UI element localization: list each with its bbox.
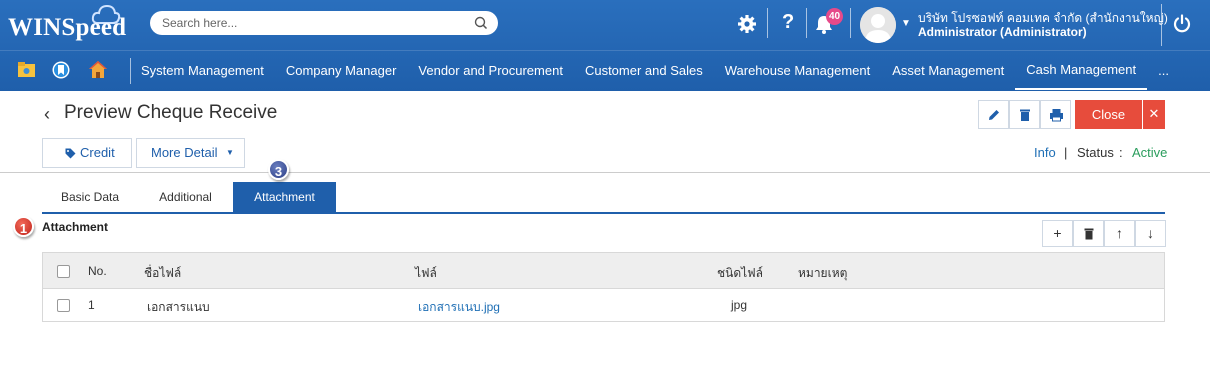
- app-logo[interactable]: WINSpeed: [8, 14, 126, 42]
- menu-item[interactable]: Company Manager: [275, 52, 408, 90]
- status-colon: :: [1119, 145, 1123, 160]
- row-number: 1: [88, 298, 95, 312]
- bookmark-icon[interactable]: [52, 61, 70, 79]
- move-down-button[interactable]: ↓: [1135, 220, 1166, 247]
- divider: [1161, 4, 1162, 46]
- delete-row-button[interactable]: [1073, 220, 1104, 247]
- menu-item[interactable]: ...: [1147, 52, 1180, 90]
- menu-item[interactable]: Customer and Sales: [574, 52, 714, 90]
- divider: [806, 8, 807, 38]
- divider: [767, 8, 768, 38]
- chevron-down-icon[interactable]: ▼: [901, 18, 911, 29]
- select-all-checkbox[interactable]: [57, 265, 70, 278]
- step-marker: 1: [13, 216, 34, 237]
- table-header: No. ชื่อไฟล์ ไฟล์ ชนิดไฟล์ หมายเหตุ: [43, 253, 1164, 289]
- top-bar: WINSpeed ? 40 ▼ บริษัท โปรซอฟท์ คอมเทค จ…: [0, 0, 1210, 91]
- folder-icon[interactable]: [17, 61, 36, 78]
- column-header: ชื่อไฟล์: [144, 266, 182, 280]
- menu-item[interactable]: Asset Management: [881, 52, 1015, 90]
- section-title: Attachment: [42, 220, 109, 234]
- move-up-button[interactable]: ↑: [1104, 220, 1135, 247]
- search-input[interactable]: [162, 14, 462, 32]
- home-icon[interactable]: [88, 60, 108, 79]
- file-name: เอกสารแนบ: [147, 300, 210, 314]
- table-row[interactable]: 1 เอกสารแนบ เอกสารแนบ.jpg jpg: [43, 290, 1164, 321]
- status-value: Active: [1132, 145, 1168, 160]
- print-button[interactable]: [1040, 100, 1071, 129]
- back-chevron-icon[interactable]: ‹: [44, 104, 50, 125]
- menu-item[interactable]: Warehouse Management: [714, 52, 882, 90]
- step-marker: 3: [268, 159, 289, 180]
- column-header: ไฟล์: [415, 266, 437, 280]
- tag-icon: [65, 148, 76, 159]
- printer-icon: [1050, 109, 1063, 122]
- column-header: หมายเหตุ: [798, 266, 848, 280]
- tab-underline: [42, 212, 1165, 214]
- credit-button[interactable]: Credit: [42, 138, 132, 168]
- divider: [0, 50, 1210, 51]
- delete-button[interactable]: [1009, 100, 1040, 129]
- column-header: ชนิดไฟล์: [717, 266, 764, 280]
- page-title: Preview Cheque Receive: [64, 102, 278, 123]
- tab-additional[interactable]: Additional: [138, 182, 233, 213]
- search-box[interactable]: [150, 11, 498, 35]
- close-icon[interactable]: ✕: [1143, 100, 1165, 129]
- tab-attachment[interactable]: Attachment: [233, 182, 336, 213]
- user-avatar-icon: [860, 7, 896, 43]
- plus-icon: +: [1053, 225, 1062, 241]
- gear-icon[interactable]: [737, 14, 757, 34]
- tab-basic-data[interactable]: Basic Data: [42, 182, 138, 213]
- notification-badge[interactable]: 40: [826, 8, 843, 25]
- close-button[interactable]: Close: [1075, 100, 1142, 129]
- pencil-icon: [989, 110, 999, 120]
- avatar[interactable]: [860, 7, 896, 43]
- trash-icon: [1020, 109, 1030, 121]
- attachment-table: No. ชื่อไฟล์ ไฟล์ ชนิดไฟล์ หมายเหตุ 1 เอ…: [42, 252, 1165, 322]
- menu-item[interactable]: System Management: [130, 52, 275, 90]
- menu-item[interactable]: Cash Management: [1015, 52, 1148, 90]
- trash-icon: [1084, 228, 1093, 240]
- caret-down-icon: ▼: [226, 148, 234, 157]
- divider: [0, 172, 1210, 173]
- column-header: No.: [88, 264, 107, 278]
- arrow-up-icon: ↑: [1116, 225, 1123, 241]
- edit-button[interactable]: [978, 100, 1009, 129]
- more-detail-label: More Detail: [151, 145, 218, 160]
- add-row-button[interactable]: +: [1042, 220, 1073, 247]
- search-icon[interactable]: [474, 16, 488, 30]
- user-name: Administrator (Administrator): [918, 25, 1087, 39]
- file-link[interactable]: เอกสารแนบ.jpg: [418, 298, 500, 317]
- info-separator: |: [1064, 145, 1068, 160]
- info-link[interactable]: Info: [1034, 145, 1056, 160]
- help-icon[interactable]: ?: [782, 11, 794, 34]
- power-icon[interactable]: [1172, 14, 1192, 34]
- file-type: jpg: [731, 298, 748, 312]
- menu-item[interactable]: Vendor and Procurement: [407, 52, 574, 90]
- arrow-down-icon: ↓: [1147, 225, 1154, 241]
- more-detail-dropdown[interactable]: More Detail ▼: [136, 138, 245, 168]
- credit-label: Credit: [80, 145, 115, 160]
- status-label: Status: [1077, 145, 1114, 160]
- row-checkbox[interactable]: [57, 299, 70, 312]
- main-menu: System Management Company Manager Vendor a…: [130, 52, 1180, 90]
- divider: [850, 8, 851, 38]
